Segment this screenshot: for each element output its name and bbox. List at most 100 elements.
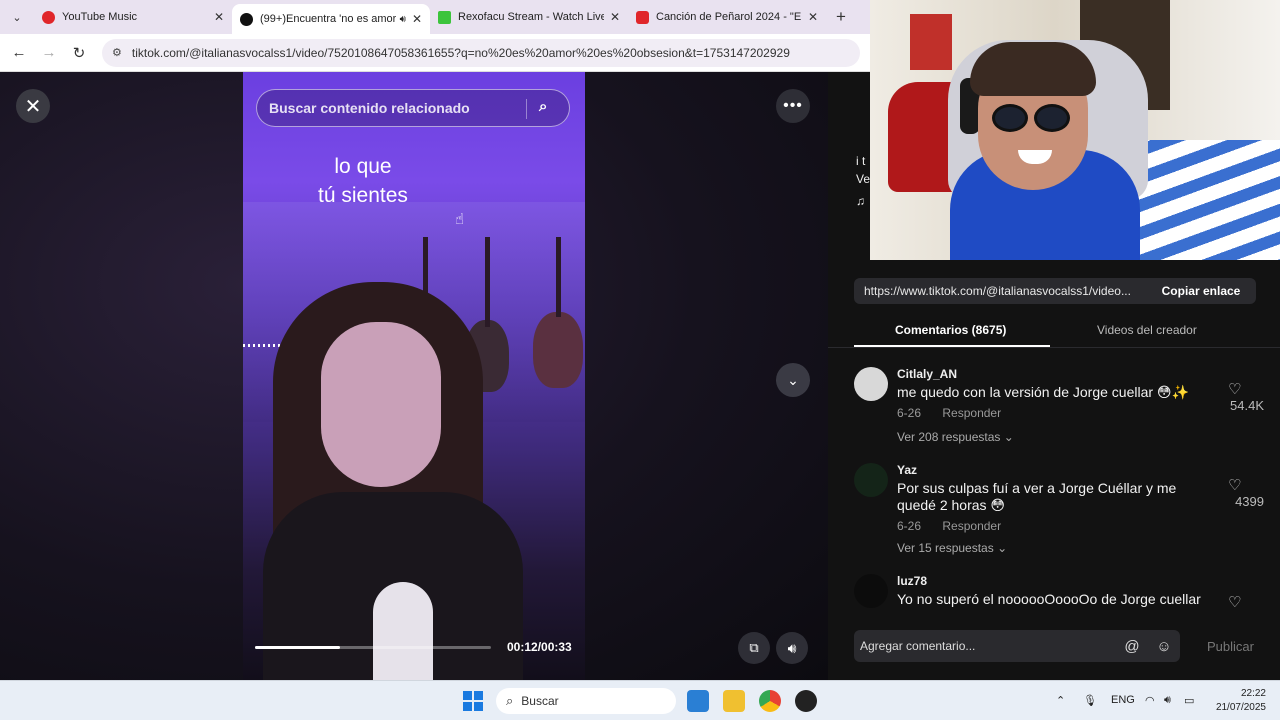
panel-tabs: Comentarios (8675) Videos del creador	[828, 314, 1280, 348]
new-tab-button[interactable]: +	[826, 7, 856, 27]
comment-username[interactable]: luz78	[897, 574, 927, 588]
video-player[interactable]: Buscar contenido relacionado ⌕ lo que tú…	[243, 72, 585, 680]
taskbar-search[interactable]: ⌕ Buscar	[496, 688, 676, 714]
comment-username[interactable]: Citlaly_AN	[897, 367, 957, 381]
close-viewer-button[interactable]: ✕	[16, 89, 50, 123]
creator-sub-partial: Ve	[856, 172, 871, 186]
forward-arrow-icon[interactable]: →	[34, 44, 64, 61]
vscode-icon[interactable]	[687, 690, 709, 712]
tab-tiktok[interactable]: (99+)Encuentra 'no es amor 🔊︎ ✕	[232, 4, 430, 34]
tab-youtube-music[interactable]: YouTube Music ✕	[34, 0, 232, 34]
close-icon[interactable]: ✕	[214, 10, 224, 24]
comment-meta: 6-26 Responder	[897, 519, 1019, 533]
webcam-person-hair	[970, 42, 1096, 96]
comment-username[interactable]: Yaz	[897, 463, 917, 477]
tab-title: (99+)Encuentra 'no es amor	[260, 13, 396, 25]
comment-input[interactable]: Agregar comentario... @ ☺	[854, 630, 1180, 662]
view-replies-button[interactable]: Ver 15 respuestas ⌄	[897, 541, 1007, 555]
comment-item: Citlaly_AN me quedo con la versión de Jo…	[854, 367, 1264, 457]
close-icon[interactable]: ✕	[610, 10, 620, 24]
browser-tab-bar: ⌄ YouTube Music ✕ (99+)Encuentra 'no es …	[0, 0, 870, 34]
comment-date: 6-26	[897, 519, 922, 533]
comment-text: Por sus culpas fuí a ver a Jorge Cuéllar…	[897, 480, 1177, 513]
speaker-icon[interactable]: 🔊︎	[400, 14, 406, 25]
youtube-icon	[636, 10, 649, 24]
url-field[interactable]: ⚙ tiktok.com/@italianasvocalss1/video/75…	[102, 38, 860, 67]
avatar[interactable]	[854, 574, 888, 608]
guitar-image	[533, 312, 583, 388]
publish-button[interactable]: Publicar	[1207, 639, 1254, 654]
system-clock[interactable]: 22:22 21/07/2025	[1196, 687, 1266, 715]
screen: ⌄ YouTube Music ✕ (99+)Encuentra 'no es …	[0, 0, 1280, 720]
windows-start-icon[interactable]	[463, 691, 483, 711]
comment-placeholder: Agregar comentario...	[860, 639, 976, 653]
picture-in-picture-button[interactable]: ⧉	[738, 632, 770, 664]
reload-icon[interactable]: ↻	[64, 44, 94, 62]
share-link-row: https://www.tiktok.com/@italianasvocalss…	[854, 278, 1256, 304]
next-video-button[interactable]: ⌄	[776, 363, 810, 397]
copy-link-button[interactable]: Copiar enlace	[1146, 284, 1256, 298]
tab-title: Canción de Peñarol 2024 - "EL C	[656, 11, 802, 23]
view-replies-label: Ver 15 respuestas	[897, 541, 994, 555]
microphone-icon[interactable]: 🎙︎	[1083, 694, 1097, 707]
app-icon[interactable]	[795, 690, 817, 712]
related-search-input[interactable]: Buscar contenido relacionado ⌕	[256, 89, 570, 127]
guitar-neck	[485, 237, 490, 327]
webcam-glasses	[992, 104, 1028, 132]
creator-name-partial: i t	[856, 154, 866, 168]
wifi-icon[interactable]: ◠	[1145, 694, 1155, 707]
reply-button[interactable]: Responder	[942, 519, 1001, 533]
battery-icon[interactable]: ▭	[1184, 694, 1194, 707]
tab-comments[interactable]: Comentarios (8675)	[895, 323, 1006, 337]
tab-kick[interactable]: Rexofacu Stream - Watch Live o ✕	[430, 0, 628, 34]
avatar[interactable]	[854, 463, 888, 497]
volume-button[interactable]: 🔊︎	[776, 632, 808, 664]
webcam-glasses	[1034, 104, 1070, 132]
video-caption: lo que tú sientes	[283, 152, 443, 210]
mention-icon[interactable]: @	[1116, 638, 1148, 655]
clock-time: 22:22	[1240, 688, 1266, 699]
close-icon[interactable]: ✕	[808, 10, 818, 24]
share-link[interactable]: https://www.tiktok.com/@italianasvocalss…	[854, 284, 1146, 298]
avatar[interactable]	[854, 367, 888, 401]
chrome-icon[interactable]	[759, 690, 781, 712]
tab-title: YouTube Music	[62, 11, 138, 23]
comment-text: Yo no superó el noooooOoooOo de Jorge cu…	[897, 591, 1201, 607]
view-replies-label: Ver 208 respuestas	[897, 430, 1001, 444]
tab-search-chevron-icon[interactable]: ⌄	[0, 0, 34, 34]
search-icon[interactable]: ⌕	[539, 98, 547, 115]
language-indicator[interactable]: ENG	[1111, 694, 1135, 706]
view-replies-button[interactable]: Ver 208 respuestas ⌄	[897, 430, 1014, 444]
tray-chevron-icon[interactable]: ⌃	[1056, 694, 1065, 707]
site-info-icon[interactable]: ⚙	[112, 46, 122, 59]
comment-item: Yaz Por sus culpas fuí a ver a Jorge Cué…	[854, 463, 1264, 555]
speaker-icon[interactable]: 🔊︎	[1164, 694, 1171, 707]
clock-date: 21/07/2025	[1215, 702, 1266, 713]
more-options-button[interactable]: •••	[776, 89, 810, 123]
heart-icon[interactable]: ♡	[1228, 476, 1241, 494]
tab-title: Rexofacu Stream - Watch Live o	[458, 11, 604, 23]
close-icon[interactable]: ✕	[412, 12, 422, 26]
heart-icon[interactable]: ♡	[1228, 380, 1241, 398]
person-face	[321, 322, 441, 487]
like-count: 4399	[1235, 494, 1264, 509]
search-placeholder: Buscar contenido relacionado	[269, 100, 470, 116]
playback-time: 00:12/00:33	[507, 640, 572, 654]
file-explorer-icon[interactable]	[723, 690, 745, 712]
tab-creator-videos[interactable]: Videos del creador	[1097, 323, 1197, 337]
tab-youtube[interactable]: Canción de Peñarol 2024 - "EL C ✕	[628, 0, 826, 34]
reply-button[interactable]: Responder	[942, 406, 1001, 420]
webcam-overlay	[870, 0, 1280, 260]
tiktok-icon	[240, 12, 253, 26]
caption-line: lo que	[334, 155, 392, 178]
emoji-icon[interactable]: ☺	[1148, 638, 1180, 655]
mouse-cursor-icon: ☝	[455, 211, 465, 228]
webcam-poster	[910, 14, 952, 70]
back-arrow-icon[interactable]: ←	[4, 44, 34, 61]
caption-line: tú sientes	[318, 184, 408, 207]
heart-icon[interactable]: ♡	[1228, 593, 1241, 611]
taskbar: ⌕ Buscar ⌃ 🎙︎ ENG ◠ 🔊︎ ▭ 22:22 21/07/202…	[0, 680, 1280, 720]
progress-bar[interactable]	[255, 646, 491, 649]
like-count: 54.4K	[1230, 398, 1264, 413]
guitar-neck	[556, 237, 561, 317]
